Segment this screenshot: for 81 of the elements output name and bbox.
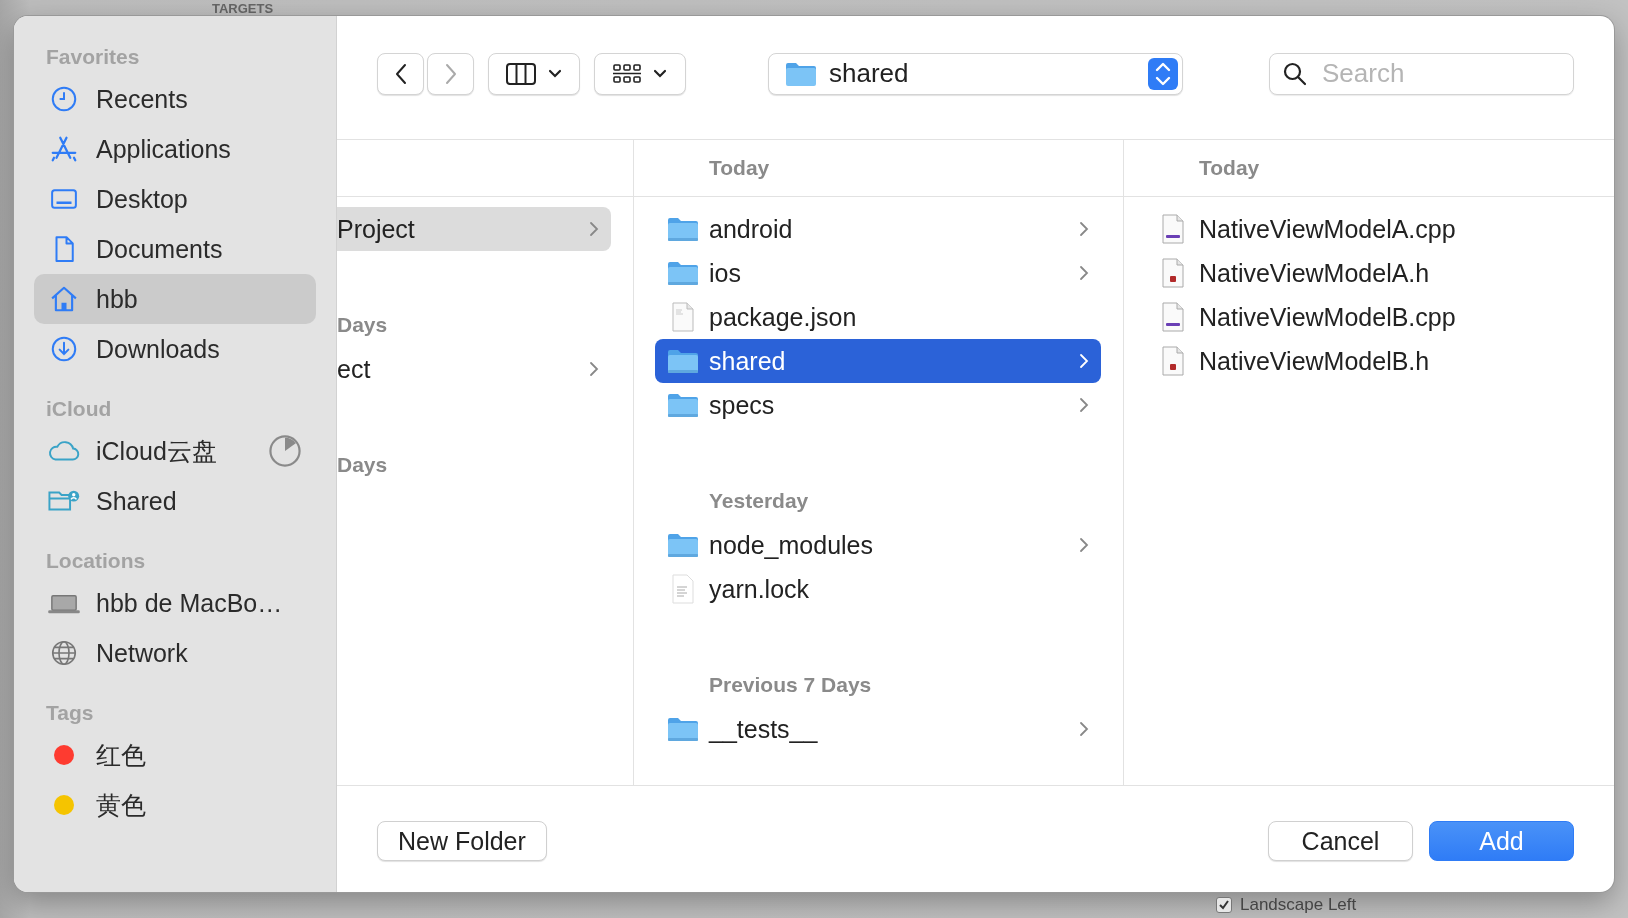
sidebar-item[interactable]: hbb [34,274,316,324]
chevron-down-icon [652,67,668,80]
date-group-header: Days [337,452,389,478]
folder-icon [667,716,699,742]
header-file-icon [1161,258,1185,288]
folder-icon [667,348,699,374]
sidebar-item[interactable]: 黄色 [34,780,316,830]
file-row[interactable]: specs [655,383,1101,427]
sidebar-item[interactable]: hbb de MacBo… [34,578,316,628]
file-row[interactable]: NativeViewModelA.h [1145,251,1592,295]
sidebar-item[interactable]: 红色 [34,730,316,780]
file-row[interactable]: ios [655,251,1101,295]
download-icon [49,334,79,364]
date-group-header: Previous 7 Days [708,672,873,698]
sidebar-section-title: Locations [45,548,147,574]
app-store-icon [49,134,79,164]
view-mode-button[interactable] [488,52,580,95]
columns-icon [505,60,537,87]
checkbox-label: Landscape Left [1240,895,1357,915]
chevron-icon [1079,353,1089,369]
location-popup[interactable]: shared [768,52,1183,95]
dialog-button[interactable]: Cancel [1268,821,1413,861]
file-row[interactable]: NativeViewModelB.cpp [1145,295,1592,339]
forward-icon [443,61,458,86]
sidebar-item[interactable]: Recents [34,74,316,124]
file-row[interactable]: shared [655,339,1101,383]
progress-pie-icon [268,434,302,468]
sidebar-section-title: Tags [45,700,95,726]
chevron-icon [1079,397,1089,413]
file-row[interactable]: android [655,207,1101,251]
folder-icon [667,216,699,242]
folder-icon [667,260,699,286]
dialog-button[interactable]: Add [1429,821,1574,861]
file-icon [671,302,695,332]
file-row[interactable]: Project [337,207,611,251]
file-row[interactable]: NativeViewModelB.h [1145,339,1592,383]
file-row[interactable]: yarn.lock [655,567,1101,611]
folder-icon [785,60,817,87]
sidebar-item[interactable]: Downloads [34,324,316,374]
sidebar-item[interactable]: Network [34,628,316,678]
sidebar-item[interactable]: iCloud云盘 [34,426,316,476]
dialog-button[interactable]: New Folder [377,821,547,861]
text-file-icon [671,574,695,604]
search-icon [1282,60,1308,87]
chevron-icon [1079,265,1089,281]
sidebar-section-title: iCloud [45,396,113,422]
back-button[interactable] [377,52,424,95]
file-row[interactable]: ect [337,347,611,391]
sidebar-item[interactable]: Documents [34,224,316,274]
sidebar-section-title: Favorites [45,44,141,70]
back-icon [393,61,408,86]
file-row[interactable]: NativeViewModelA.cpp [1145,207,1592,251]
section-heading: TARGETS [212,2,274,16]
checkbox[interactable] [1216,897,1232,913]
source-file-icon [1161,302,1185,332]
sidebar-item[interactable]: Shared [34,476,316,526]
house-icon [49,284,79,314]
source-file-icon [1161,214,1185,244]
column-header: Today [1199,156,1260,180]
chevron-icon [1079,721,1089,737]
chevron-down-icon [547,67,563,80]
stepper-icon [1148,57,1178,90]
sidebar-item[interactable]: Applications [34,124,316,174]
chevron-icon [1079,537,1089,553]
chevron-icon [589,221,599,237]
clock-icon [49,84,79,114]
group-button[interactable] [594,52,686,95]
folder-icon [667,532,699,558]
column-header: Today [709,156,770,180]
file-row[interactable]: package.json [655,295,1101,339]
date-group-header: Days [337,312,389,338]
header-file-icon [1161,346,1185,376]
globe-icon [49,638,79,668]
sidebar-item[interactable]: Desktop [34,174,316,224]
folder-icon [667,392,699,418]
file-row[interactable]: node_modules [655,523,1101,567]
search-field[interactable]: Search [1269,52,1574,95]
date-group-header: Yesterday [708,488,810,514]
chevron-icon [589,361,599,377]
file-row[interactable]: __tests__ [655,707,1101,751]
chevron-icon [1079,221,1089,237]
